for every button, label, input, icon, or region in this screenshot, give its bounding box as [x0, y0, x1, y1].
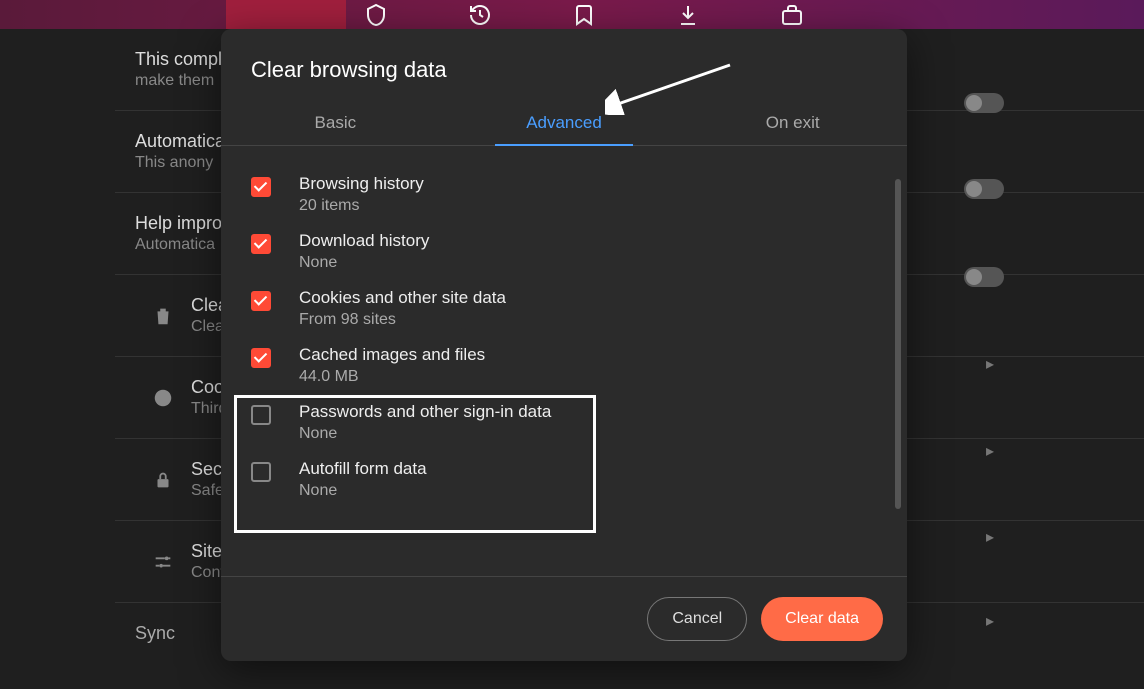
- tab-on-exit[interactable]: On exit: [678, 101, 907, 145]
- checkbox[interactable]: [251, 234, 271, 254]
- download-icon[interactable]: [676, 3, 700, 27]
- toggle-switch[interactable]: [964, 267, 1004, 287]
- toggle-switch[interactable]: [964, 93, 1004, 113]
- bg-row-title: Automatica: [135, 131, 225, 152]
- bookmark-icon[interactable]: [572, 3, 596, 27]
- option-sub: 44.0 MB: [299, 368, 485, 386]
- shield-icon[interactable]: [364, 3, 388, 27]
- bg-row-sub: Cont: [191, 564, 225, 582]
- option-browsing-history[interactable]: Browsing history 20 items: [251, 166, 877, 223]
- option-sub: 20 items: [299, 197, 424, 215]
- tab-basic[interactable]: Basic: [221, 101, 450, 145]
- toggle-switch[interactable]: [964, 179, 1004, 199]
- bg-row-title: Help impro: [135, 213, 222, 234]
- cookie-icon: [135, 387, 191, 409]
- option-sub: None: [299, 254, 429, 272]
- lock-icon: [135, 469, 191, 491]
- top-navbar: [0, 0, 1144, 29]
- option-sub: None: [299, 425, 551, 443]
- chevron-right-icon: ▸: [986, 527, 994, 547]
- checkbox[interactable]: [251, 405, 271, 425]
- chevron-right-icon: ▸: [986, 611, 994, 631]
- dialog-footer: Cancel Clear data: [221, 576, 907, 661]
- chevron-right-icon: ▸: [986, 354, 994, 374]
- bg-row-title: This compl: [135, 49, 222, 70]
- option-label: Cookies and other site data: [299, 288, 506, 308]
- option-label: Cached images and files: [299, 345, 485, 365]
- tab-advanced[interactable]: Advanced: [450, 101, 679, 145]
- extension-icon[interactable]: [780, 3, 804, 27]
- bg-row-sub: Automatica: [135, 236, 222, 254]
- option-download-history[interactable]: Download history None: [251, 223, 877, 280]
- dialog-title: Clear browsing data: [221, 29, 907, 101]
- clear-browsing-data-dialog: Clear browsing data Basic Advanced On ex…: [221, 29, 907, 661]
- bg-row-sub: This anony: [135, 154, 225, 172]
- option-sub: None: [299, 482, 427, 500]
- chevron-right-icon: ▸: [986, 441, 994, 461]
- option-label: Download history: [299, 231, 429, 251]
- bg-row-title: Site: [191, 541, 225, 562]
- bg-row-sub: make them: [135, 72, 222, 90]
- history-icon[interactable]: [468, 3, 492, 27]
- option-sub: From 98 sites: [299, 311, 506, 329]
- option-label: Passwords and other sign-in data: [299, 402, 551, 422]
- option-label: Autofill form data: [299, 459, 427, 479]
- option-passwords[interactable]: Passwords and other sign-in data None: [251, 394, 877, 451]
- checkbox[interactable]: [251, 177, 271, 197]
- checkbox[interactable]: [251, 291, 271, 311]
- checkbox[interactable]: [251, 462, 271, 482]
- sliders-icon: [135, 551, 191, 573]
- navbar-active-tab: [226, 0, 346, 29]
- dialog-tabs: Basic Advanced On exit: [221, 101, 907, 146]
- option-autofill[interactable]: Autofill form data None: [251, 451, 877, 508]
- clear-data-button[interactable]: Clear data: [761, 597, 883, 641]
- option-cookies[interactable]: Cookies and other site data From 98 site…: [251, 280, 877, 337]
- trash-icon: [135, 305, 191, 327]
- checkbox[interactable]: [251, 348, 271, 368]
- scrollbar[interactable]: [895, 179, 901, 509]
- option-label: Browsing history: [299, 174, 424, 194]
- cancel-button[interactable]: Cancel: [647, 597, 747, 641]
- options-list: Browsing history 20 items Download histo…: [221, 146, 907, 576]
- option-cached[interactable]: Cached images and files 44.0 MB: [251, 337, 877, 394]
